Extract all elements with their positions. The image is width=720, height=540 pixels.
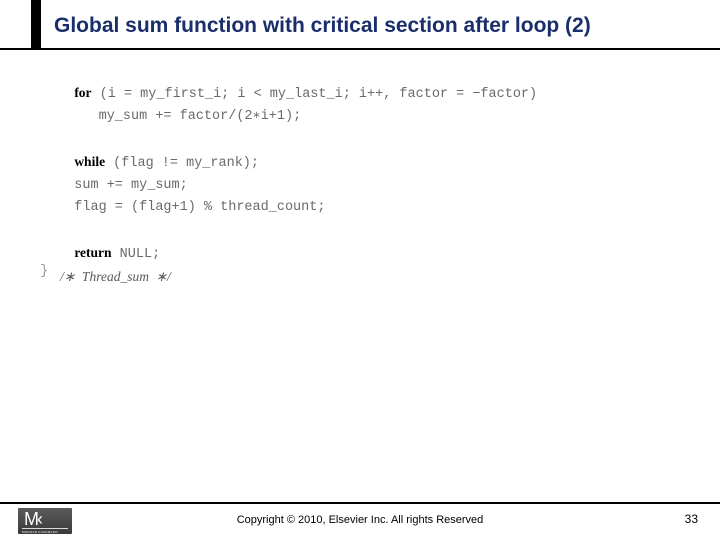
keyword-while: while [74, 154, 105, 169]
code-blank-2 [50, 220, 690, 242]
code-comment: /∗ Thread_sum ∗/ [50, 269, 171, 284]
footer-rule [0, 502, 720, 504]
logo-subtext: MORGAN KAUFMANN [22, 530, 58, 534]
code-line-6: return NULL; [50, 242, 690, 266]
title-accent-bar [31, 0, 41, 50]
code-line-2: my_sum += factor/(2∗i+1); [50, 106, 690, 128]
code-close-brace: } [40, 263, 48, 279]
code-line-4: sum += my_sum; [50, 175, 690, 197]
code-line-3: while (flag != my_rank); [50, 151, 690, 175]
keyword-for: for [74, 85, 91, 100]
code-block: for (i = my_first_i; i < my_last_i; i++,… [50, 82, 690, 290]
keyword-return: return [74, 245, 111, 260]
code-blank-1 [50, 129, 690, 151]
code-text: (i = my_first_i; i < my_last_i; i++, fac… [92, 87, 538, 102]
title-rule [0, 48, 720, 50]
copyright-text: Copyright © 2010, Elsevier Inc. All righ… [0, 514, 720, 526]
logo-divider [22, 528, 68, 529]
slide: Global sum function with critical sectio… [0, 0, 720, 540]
slide-title: Global sum function with critical sectio… [54, 14, 591, 38]
code-line-1: for (i = my_first_i; i < my_last_i; i++,… [50, 82, 690, 106]
code-text: NULL; [112, 247, 161, 262]
code-line-5: flag = (flag+1) % thread_count; [50, 197, 690, 219]
code-text: (flag != my_rank); [105, 156, 259, 171]
page-number: 33 [685, 512, 698, 526]
code-line-7: /∗ Thread_sum ∗/ [50, 266, 690, 290]
